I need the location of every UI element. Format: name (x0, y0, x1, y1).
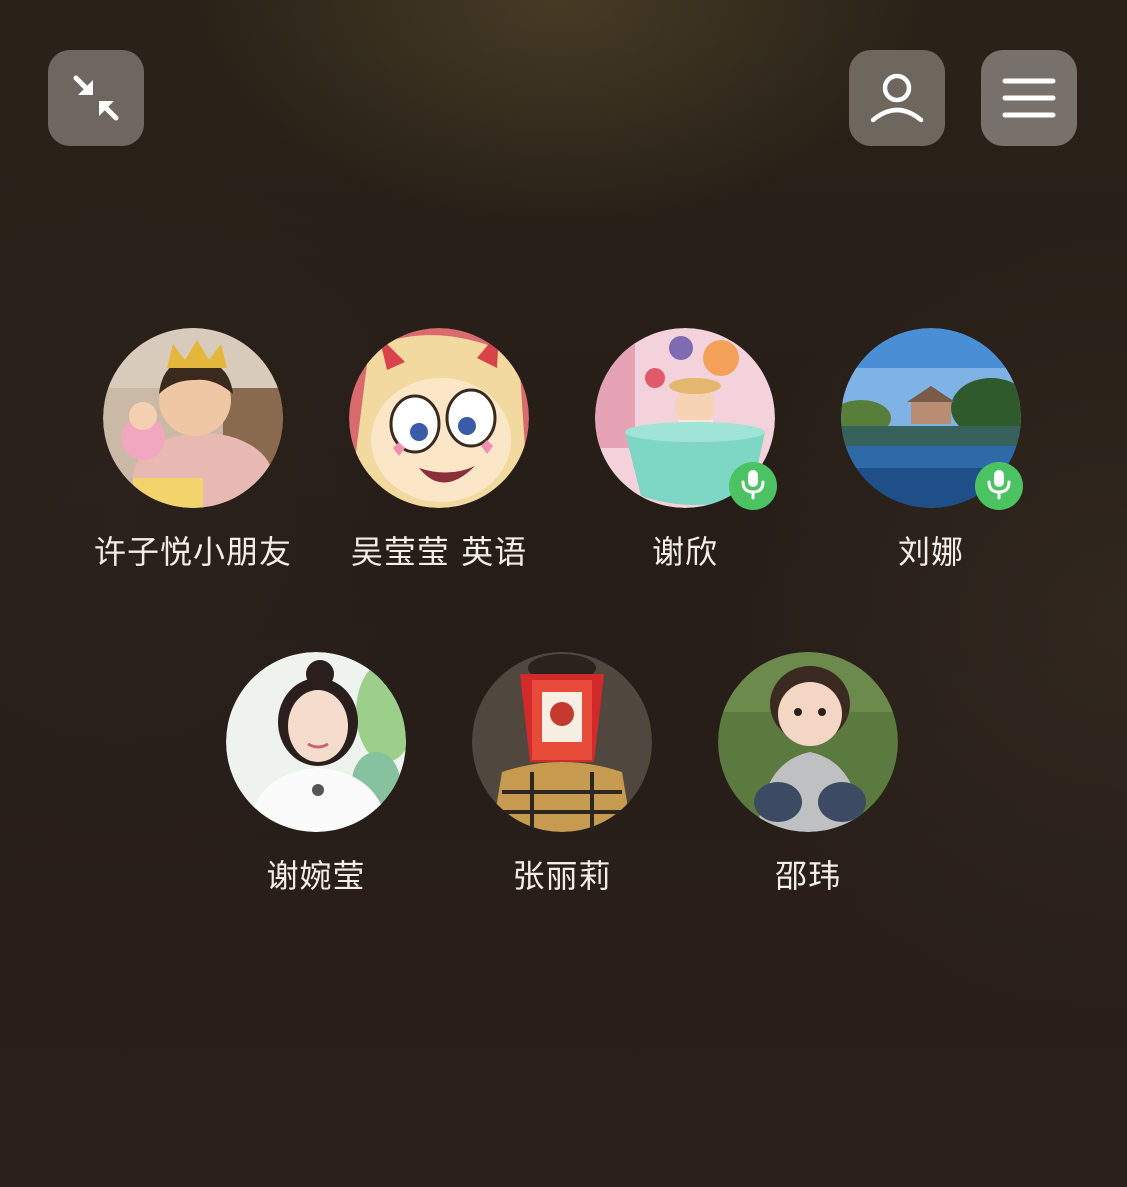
participant-name: 吴莹莹 英语 (350, 533, 528, 571)
avatar (226, 652, 406, 832)
person-icon (869, 70, 925, 126)
collapse-arrows-icon (70, 72, 122, 124)
participant-tile[interactable]: 张丽莉 (439, 652, 685, 912)
participant-name: 张丽莉 (512, 857, 612, 895)
participant-tile[interactable]: 谢婉莹 (193, 652, 439, 912)
toddler-with-crown-photo (103, 328, 283, 508)
avatar (103, 328, 283, 508)
hamburger-menu-icon (1002, 76, 1056, 120)
participant-tile[interactable]: 许子悦小朋友 (70, 328, 316, 588)
mic-active-badge (975, 462, 1023, 510)
participant-tile[interactable]: 吴莹莹 英语 (316, 328, 562, 588)
mic-active-badge (729, 462, 777, 510)
avatar (472, 652, 652, 832)
avatar (595, 328, 777, 510)
woman-portrait-photo (226, 652, 406, 832)
avatar (349, 328, 529, 508)
participant-tile[interactable]: 邵玮 (685, 652, 931, 912)
menu-button[interactable] (981, 50, 1077, 146)
microphone-icon (740, 468, 766, 504)
participant-name: 谢欣 (651, 533, 718, 571)
avatar (841, 328, 1023, 510)
collapse-button[interactable] (48, 50, 144, 146)
microphone-icon (986, 468, 1012, 504)
avatar (718, 652, 898, 832)
cartoon-girl-with-horns (349, 328, 529, 508)
participant-tile[interactable]: 刘娜 (808, 328, 1054, 588)
participant-name: 刘娜 (897, 533, 964, 571)
members-button[interactable] (849, 50, 945, 146)
participant-name: 谢婉莹 (266, 857, 366, 895)
person-holding-kfc-bucket (472, 652, 652, 832)
toddler-on-grass-photo (718, 652, 898, 832)
participant-name: 邵玮 (774, 857, 841, 895)
participant-name: 许子悦小朋友 (93, 533, 292, 571)
participant-tile[interactable]: 谢欣 (562, 328, 808, 588)
